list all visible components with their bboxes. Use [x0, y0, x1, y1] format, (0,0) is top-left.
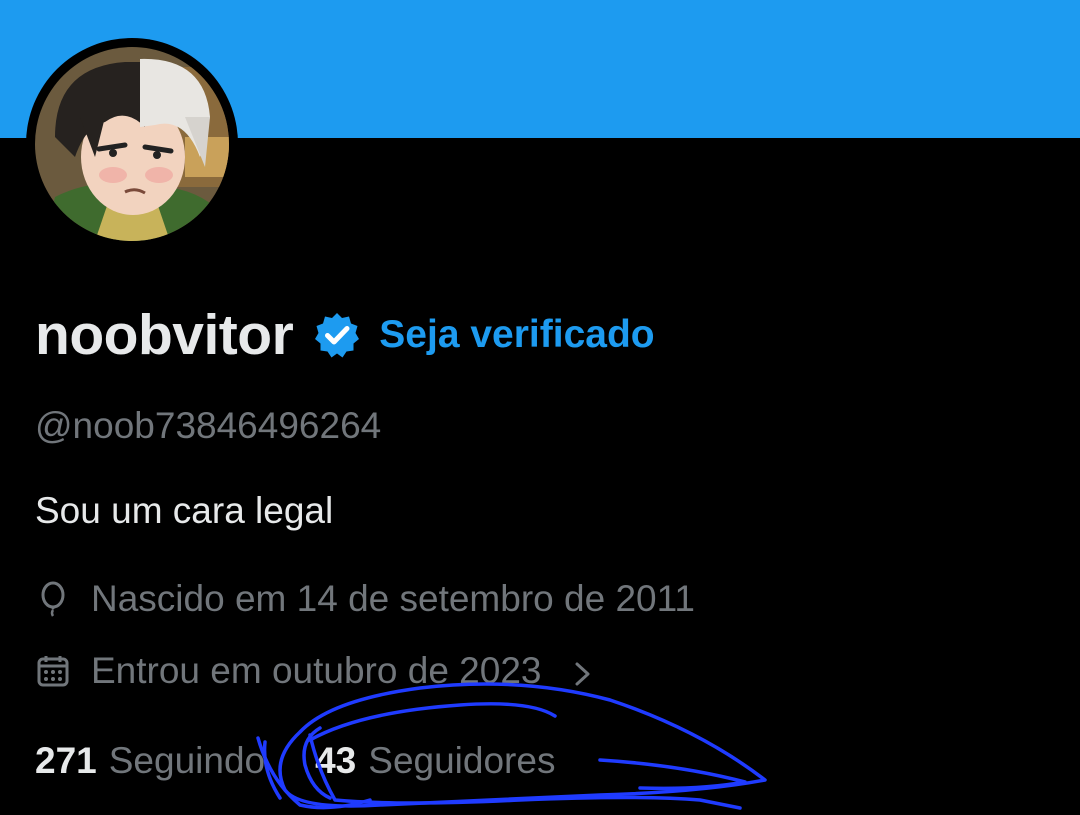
profile-handle: @noob73846496264 — [35, 405, 382, 446]
profile-name-row: noobvitor Seja verificado — [35, 300, 655, 370]
followers-count: 43 — [315, 740, 357, 781]
chevron-right-icon[interactable] — [570, 656, 596, 686]
follow-stats: 271 Seguindo 43 Seguidores — [35, 740, 555, 782]
birth-date-text: Nascido em 14 de setembro de 2011 — [91, 578, 696, 619]
joined-date-row[interactable]: Entrou em outubro de 2023 — [35, 650, 596, 692]
joined-date-text: Entrou em outubro de 2023 — [91, 650, 542, 691]
avatar-image — [35, 47, 229, 241]
calendar-icon — [35, 653, 71, 689]
following-count: 271 — [35, 740, 97, 781]
display-name: noobvitor — [35, 303, 294, 367]
following-link[interactable]: 271 Seguindo — [35, 740, 265, 782]
verified-badge-icon[interactable] — [313, 311, 361, 359]
get-verified-link[interactable]: Seja verificado — [379, 313, 654, 357]
followers-label: Seguidores — [368, 740, 556, 781]
birth-date-row: Nascido em 14 de setembro de 2011 — [35, 578, 695, 620]
following-label: Seguindo — [108, 740, 266, 781]
balloon-icon — [35, 581, 71, 617]
followers-link[interactable]: 43 Seguidores — [315, 740, 555, 782]
profile-bio: Sou um cara legal — [35, 490, 334, 531]
avatar[interactable] — [26, 38, 238, 250]
